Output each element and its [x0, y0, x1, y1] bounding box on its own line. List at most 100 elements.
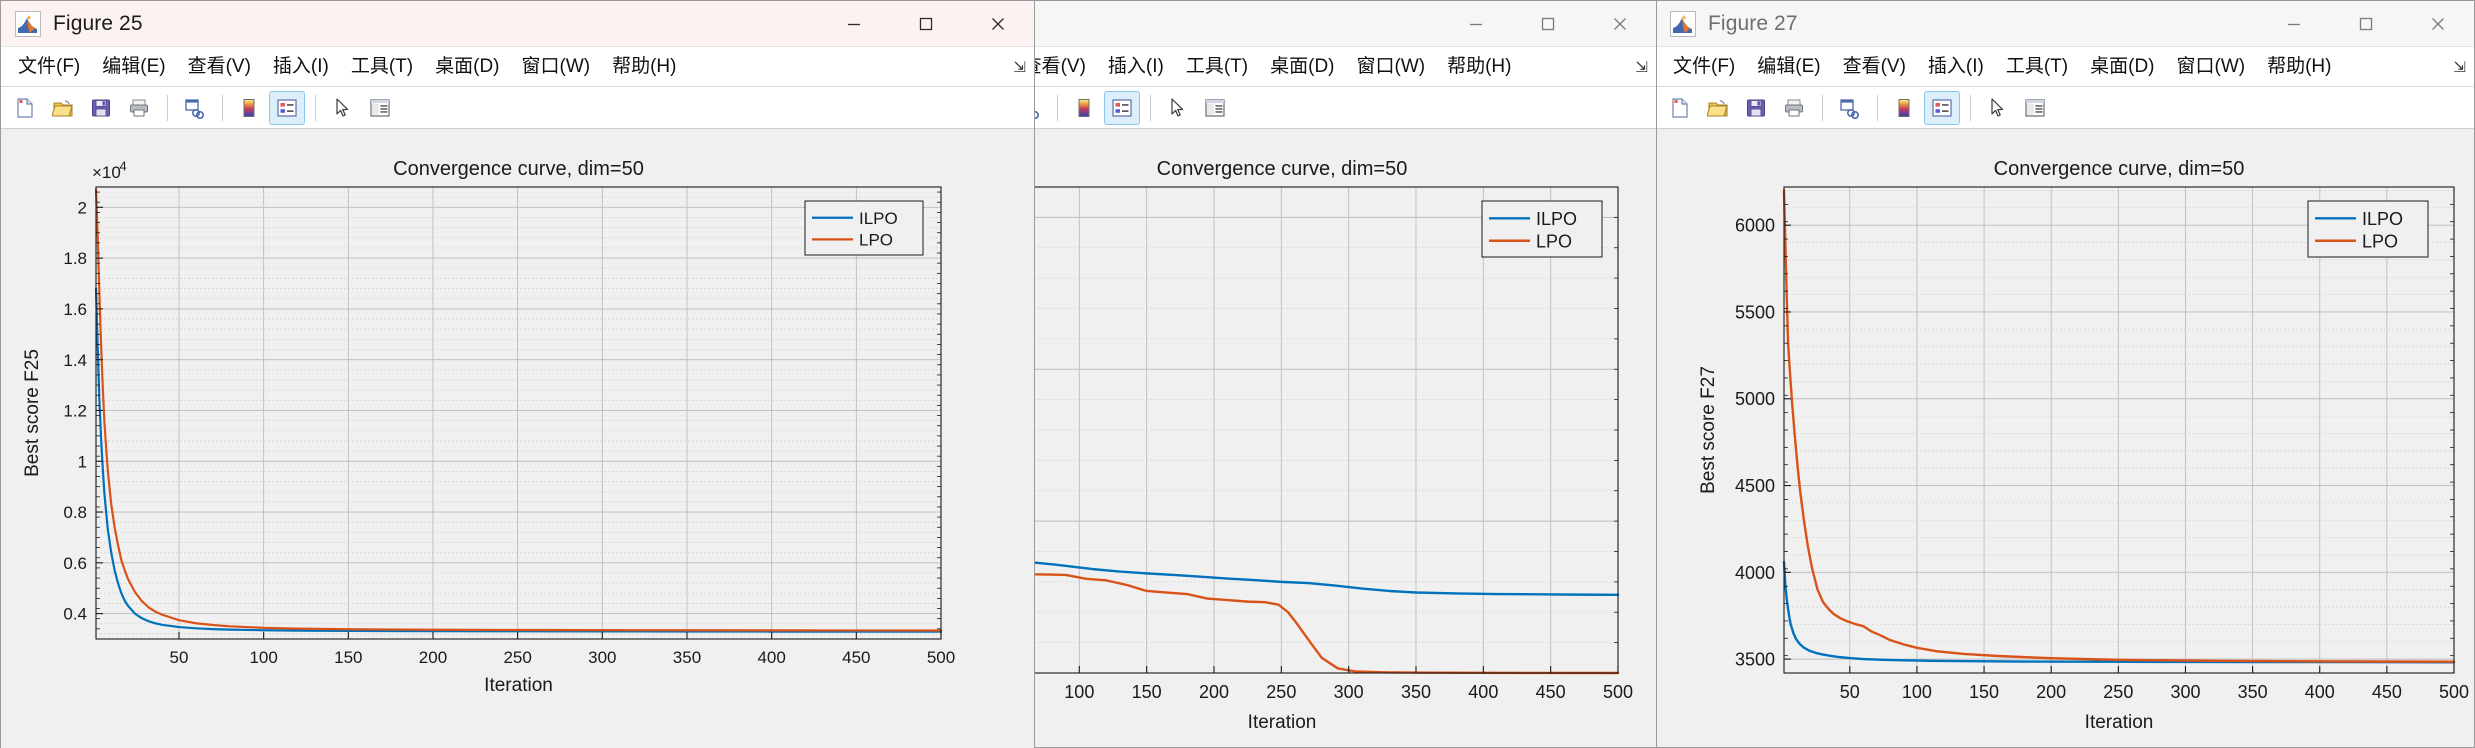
menu-item-6[interactable]: 窗口(W): [2166, 54, 2257, 79]
menu-item-4[interactable]: 工具(T): [340, 54, 424, 79]
svg-text:500: 500: [2439, 682, 2469, 702]
svg-text:500: 500: [927, 648, 955, 667]
maximize-button[interactable]: [890, 1, 962, 47]
svg-text:1.4: 1.4: [63, 351, 87, 370]
svg-text:350: 350: [1401, 682, 1431, 702]
toolbar-separator: [1822, 94, 1823, 121]
svg-text:400: 400: [1468, 682, 1498, 702]
svg-text:300: 300: [588, 648, 616, 667]
svg-text:400: 400: [757, 648, 785, 667]
toolbar-separator: [1970, 94, 1971, 121]
menu-overflow-icon[interactable]: ⇲: [1635, 58, 1648, 76]
legend-icon[interactable]: [1104, 90, 1140, 125]
plot-browser-icon[interactable]: [362, 91, 398, 125]
open-file-icon[interactable]: [45, 91, 81, 125]
menu-overflow-icon[interactable]: ⇲: [1013, 58, 1026, 76]
svg-text:200: 200: [2036, 682, 2066, 702]
plot-browser-icon[interactable]: [1197, 91, 1233, 125]
window-title-bar[interactable]: Figure 27: [1656, 1, 2474, 47]
pointer-icon[interactable]: [1159, 91, 1195, 125]
menu-item-5[interactable]: 桌面(D): [2079, 54, 2165, 79]
svg-text:200: 200: [1199, 682, 1229, 702]
minimize-button[interactable]: [818, 1, 890, 47]
menu-item-6[interactable]: 窗口(W): [1346, 54, 1437, 79]
plot-browser-icon[interactable]: [2017, 91, 2053, 125]
pointer-icon[interactable]: [1979, 91, 2015, 125]
menu-item-4[interactable]: 工具(T): [1995, 54, 2079, 79]
colorbar-icon[interactable]: [1886, 91, 1922, 125]
figure-window-1[interactable]: Figure 25 文件(F) 编辑(E) 查看(V) 插入(I) 工具(T) 桌面(D) 窗…: [0, 0, 1035, 748]
svg-text:100: 100: [1064, 682, 1094, 702]
menu-item-7[interactable]: 帮助(H): [601, 54, 687, 79]
svg-text:50: 50: [1840, 682, 1860, 702]
maximize-button[interactable]: [1512, 1, 1584, 47]
menu-item-0[interactable]: 文件(F): [1662, 54, 1746, 79]
print-figure-icon[interactable]: [121, 91, 157, 125]
svg-text:450: 450: [842, 648, 870, 667]
pointer-icon[interactable]: [324, 91, 360, 125]
toolbar-separator: [1057, 94, 1058, 121]
legend-icon[interactable]: [1924, 90, 1960, 125]
minimize-button[interactable]: [1440, 1, 1512, 47]
svg-text:200: 200: [419, 648, 447, 667]
svg-text:450: 450: [1536, 682, 1566, 702]
minimize-button[interactable]: [2258, 1, 2330, 47]
menu-item-4[interactable]: 工具(T): [1175, 54, 1259, 79]
print-figure-icon[interactable]: [1776, 91, 1812, 125]
close-button[interactable]: [2402, 1, 2474, 47]
y-axis-label: Best score F25: [22, 349, 43, 477]
svg-text:ILPO: ILPO: [1536, 209, 1577, 229]
menu-item-6[interactable]: 窗口(W): [511, 54, 602, 79]
svg-text:150: 150: [1969, 682, 1999, 702]
colorbar-icon[interactable]: [231, 91, 267, 125]
save-figure-icon[interactable]: [83, 91, 119, 125]
svg-text:50: 50: [170, 648, 189, 667]
colorbar-icon[interactable]: [1066, 91, 1102, 125]
menu-overflow-icon[interactable]: ⇲: [2453, 58, 2466, 76]
window-controls: [2258, 1, 2474, 46]
link-plot-icon[interactable]: [1831, 91, 1867, 125]
svg-text:1.8: 1.8: [63, 249, 87, 268]
chart-title: Convergence curve, dim=50: [1157, 158, 1408, 180]
window-title-bar[interactable]: Figure 25: [1, 1, 1034, 47]
menu-item-5[interactable]: 桌面(D): [1259, 54, 1345, 79]
svg-text:1.2: 1.2: [63, 402, 87, 421]
menu-item-0[interactable]: 文件(F): [7, 54, 91, 79]
menu-item-2[interactable]: 查看(V): [177, 54, 262, 79]
convergence-chart: 50 100 150 200 250 300 350 400 450 500 0.4 0.6 0.8 1 1…: [1, 129, 1034, 729]
svg-text:0.4: 0.4: [63, 605, 87, 624]
save-figure-icon[interactable]: [1738, 91, 1774, 125]
close-button[interactable]: [962, 1, 1034, 47]
menu-item-2[interactable]: 查看(V): [1832, 54, 1917, 79]
y-axis-label: Best score F27: [1698, 366, 1719, 494]
tool-bar: [1, 87, 1034, 129]
svg-text:ILPO: ILPO: [859, 209, 898, 228]
svg-text:5500: 5500: [1735, 302, 1775, 322]
toolbar-separator: [315, 94, 316, 121]
menu-item-3[interactable]: 插入(I): [262, 54, 340, 79]
menu-bar: 文件(F)编辑(E)查看(V)插入(I)工具(T)桌面(D)窗口(W)帮助(H)…: [1656, 47, 2474, 87]
svg-text:250: 250: [1266, 682, 1296, 702]
new-figure-icon[interactable]: [1662, 91, 1698, 125]
open-file-icon[interactable]: [1700, 91, 1736, 125]
menu-item-1[interactable]: 编辑(E): [91, 54, 176, 79]
window-title: Figure 27: [1708, 11, 1798, 35]
menu-item-7[interactable]: 帮助(H): [2256, 54, 2342, 79]
legend-icon[interactable]: [269, 90, 305, 125]
svg-text:0.8: 0.8: [63, 503, 87, 522]
menu-item-5[interactable]: 桌面(D): [424, 54, 510, 79]
menu-item-3[interactable]: 插入(I): [1097, 54, 1175, 79]
maximize-button[interactable]: [2330, 1, 2402, 47]
figure-window-3[interactable]: Figure 27 文件(F) 编辑(E) 查看(V) 插入(I) 工具(T) 桌面(D) 窗…: [1655, 0, 2475, 748]
new-figure-icon[interactable]: [7, 91, 43, 125]
svg-text:0.6: 0.6: [63, 554, 87, 573]
link-plot-icon[interactable]: [176, 91, 212, 125]
desktop: Figure 25 文件(F) 编辑(E) 查看(V) 插入(I) 工具(T) 桌面(D) 窗…: [0, 0, 2475, 748]
chart-title: Convergence curve, dim=50: [1994, 158, 2245, 180]
menu-item-1[interactable]: 编辑(E): [1746, 54, 1831, 79]
chart-title: Convergence curve, dim=50: [393, 158, 644, 180]
menu-item-3[interactable]: 插入(I): [1917, 54, 1995, 79]
close-button[interactable]: [1584, 1, 1656, 47]
svg-text:LPO: LPO: [859, 231, 893, 250]
menu-item-7[interactable]: 帮助(H): [1436, 54, 1522, 79]
